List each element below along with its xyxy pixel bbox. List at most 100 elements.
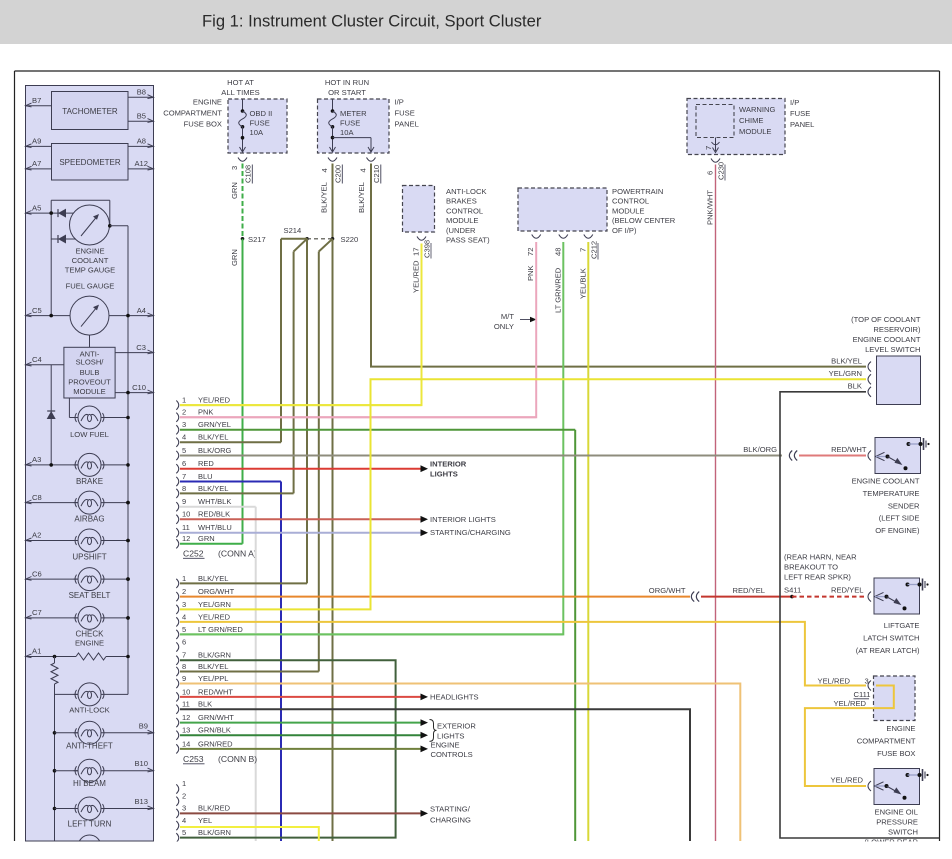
svg-text:AIRBAG: AIRBAG (74, 515, 104, 524)
svg-text:A9: A9 (32, 137, 41, 146)
svg-text:10: 10 (182, 687, 190, 696)
svg-text:A3: A3 (32, 455, 41, 464)
svg-text:B5: B5 (137, 111, 146, 120)
svg-text:9: 9 (182, 497, 186, 506)
svg-text:RED/WHT: RED/WHT (831, 445, 867, 454)
svg-text:CHARGING: CHARGING (430, 816, 471, 825)
svg-text:C6: C6 (32, 569, 42, 578)
svg-text:YEL/RED: YEL/RED (834, 699, 867, 708)
svg-text:8: 8 (182, 484, 186, 493)
svg-text:RED/BLK: RED/BLK (198, 510, 230, 519)
svg-text:LIGHTS: LIGHTS (430, 469, 458, 478)
svg-text:LOW FUEL: LOW FUEL (70, 430, 109, 439)
svg-text:FUSE: FUSE (790, 109, 810, 118)
svg-text:7: 7 (182, 651, 186, 660)
svg-text:WHT/BLU: WHT/BLU (198, 523, 232, 532)
svg-text:ENGINE: ENGINE (75, 639, 104, 648)
svg-text:3: 3 (230, 166, 239, 170)
svg-text:TEMPERATURE: TEMPERATURE (863, 489, 920, 498)
svg-text:BLK/YEL: BLK/YEL (198, 574, 228, 583)
svg-text:ENGINE: ENGINE (75, 247, 104, 256)
svg-text:2: 2 (182, 408, 186, 417)
svg-text:C8: C8 (32, 493, 42, 502)
svg-text:A2: A2 (32, 531, 41, 540)
svg-text:2: 2 (182, 791, 186, 800)
svg-text:BLK/YEL: BLK/YEL (320, 182, 329, 213)
svg-text:PANEL: PANEL (790, 120, 814, 129)
svg-text:B10: B10 (134, 759, 148, 768)
svg-text:ENGINE COOLANT: ENGINE COOLANT (853, 335, 921, 344)
svg-text:GRN: GRN (230, 182, 239, 199)
svg-text:C111: C111 (854, 690, 871, 699)
svg-text:(TOP OF COOLANT: (TOP OF COOLANT (851, 315, 921, 324)
svg-text:OBD II: OBD II (250, 109, 273, 118)
svg-text:11: 11 (182, 700, 190, 709)
svg-text:FUSE: FUSE (250, 119, 270, 128)
svg-text:5: 5 (182, 446, 186, 455)
svg-text:10A: 10A (340, 128, 354, 137)
svg-text:A5: A5 (32, 203, 41, 212)
svg-text:ENGINE COOLANT: ENGINE COOLANT (852, 477, 920, 486)
svg-text:C212: C212 (590, 241, 599, 259)
svg-text:BLU: BLU (198, 472, 213, 481)
svg-text:2: 2 (182, 587, 186, 596)
svg-text:10: 10 (182, 510, 190, 519)
svg-text:HEADLIGHTS: HEADLIGHTS (430, 693, 479, 702)
svg-text:C200: C200 (334, 165, 343, 183)
svg-text:C3: C3 (136, 343, 146, 352)
svg-text:YEL/GRN: YEL/GRN (829, 369, 862, 378)
svg-text:BLK/ORG: BLK/ORG (198, 446, 232, 455)
svg-text:S217: S217 (248, 235, 266, 244)
svg-text:C7: C7 (32, 608, 42, 617)
svg-text:10A: 10A (250, 128, 264, 137)
svg-text:OR START: OR START (328, 88, 366, 97)
svg-text:METER: METER (340, 109, 367, 118)
svg-text:C398: C398 (423, 240, 432, 258)
svg-text:3: 3 (182, 420, 186, 429)
svg-text:FUSE BOX: FUSE BOX (877, 749, 915, 758)
svg-text:(CONN A): (CONN A) (218, 549, 257, 559)
svg-text:RED: RED (198, 459, 214, 468)
svg-text:PNK: PNK (198, 408, 213, 417)
svg-text:HOT IN RUN: HOT IN RUN (325, 78, 369, 87)
svg-text:HI BEAM: HI BEAM (73, 779, 106, 788)
svg-text:TACHOMETER: TACHOMETER (62, 107, 118, 116)
svg-text:3: 3 (182, 600, 186, 609)
svg-text:PASS SEAT): PASS SEAT) (446, 236, 490, 245)
svg-text:Fig 1: Instrument Cluster Circ: Fig 1: Instrument Cluster Circuit, Sport… (202, 12, 542, 31)
svg-text:M/T: M/T (501, 312, 514, 321)
svg-text:PNK/WHT: PNK/WHT (706, 190, 715, 225)
svg-text:C210: C210 (372, 165, 381, 183)
svg-text:CONTROL: CONTROL (612, 197, 649, 206)
svg-text:BLK/YEL: BLK/YEL (198, 484, 228, 493)
svg-text:C5: C5 (32, 306, 42, 315)
svg-text:(CONN B): (CONN B) (218, 754, 257, 764)
svg-text:INTERIOR LIGHTS: INTERIOR LIGHTS (430, 515, 496, 524)
svg-text:ONLY: ONLY (494, 322, 514, 331)
svg-text:LEFT TURN: LEFT TURN (68, 820, 112, 829)
svg-text:GRN/WHT: GRN/WHT (198, 713, 234, 722)
svg-text:12: 12 (182, 713, 190, 722)
svg-text:13: 13 (182, 726, 190, 735)
svg-text:A1: A1 (32, 647, 41, 656)
svg-text:4: 4 (182, 612, 186, 621)
svg-text:S220: S220 (341, 235, 359, 244)
svg-text:BLK/YEL: BLK/YEL (357, 182, 366, 213)
svg-text:BLK/YEL: BLK/YEL (831, 357, 862, 366)
svg-text:12: 12 (182, 534, 190, 543)
svg-text:BLK: BLK (198, 700, 212, 709)
svg-text:PNK: PNK (526, 265, 535, 281)
svg-text:(AT REAR LATCH): (AT REAR LATCH) (856, 646, 920, 655)
svg-text:LIFTGATE: LIFTGATE (884, 621, 920, 630)
svg-text:1: 1 (182, 396, 186, 405)
svg-text:B13: B13 (134, 797, 148, 806)
svg-text:A12: A12 (134, 159, 148, 168)
svg-text:YEL/RED: YEL/RED (198, 396, 231, 405)
svg-text:7: 7 (182, 472, 186, 481)
svg-text:SENDER: SENDER (888, 501, 920, 510)
svg-text:RESERVOIR): RESERVOIR) (873, 325, 921, 334)
svg-text:BRAKE: BRAKE (76, 477, 103, 486)
svg-text:YEL/RED: YEL/RED (412, 260, 421, 293)
svg-text:S411: S411 (784, 586, 801, 595)
svg-text:C4: C4 (32, 355, 42, 364)
